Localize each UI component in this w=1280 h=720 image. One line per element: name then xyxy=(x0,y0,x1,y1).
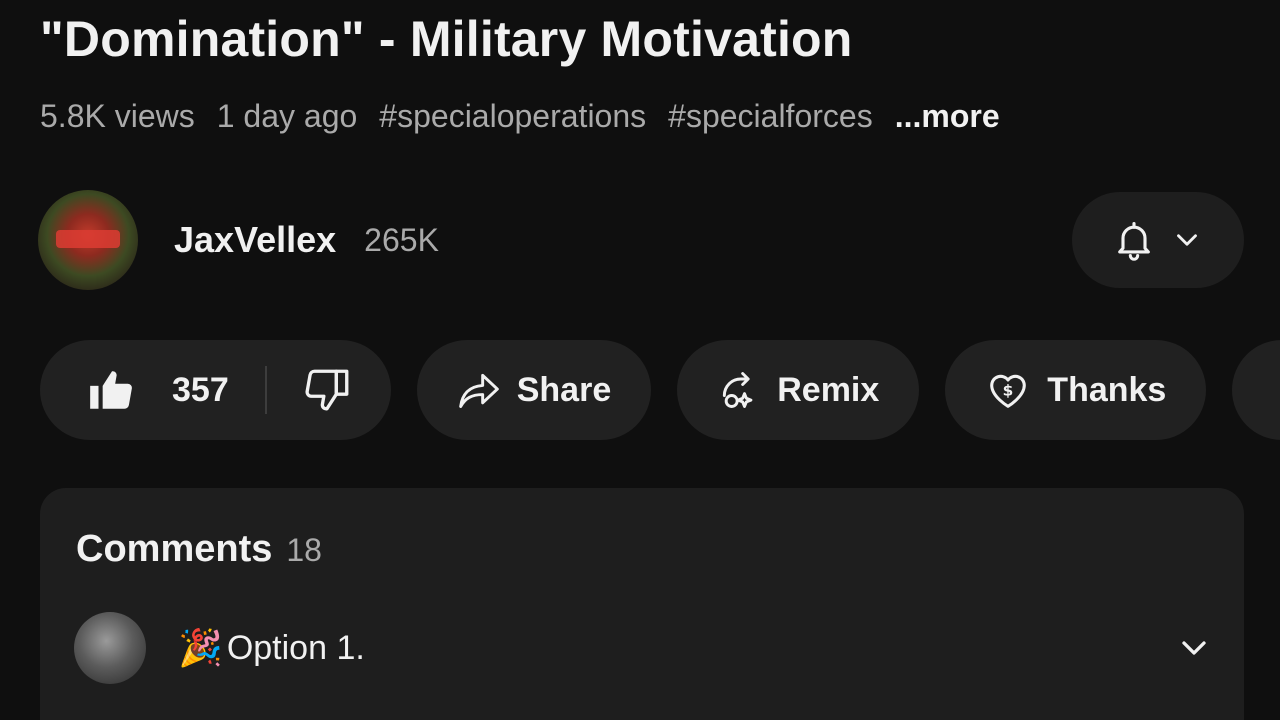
comments-title: Comments xyxy=(76,528,273,570)
comments-header: Comments 18 xyxy=(76,528,322,571)
channel-row: JaxVellex 265K xyxy=(38,190,1244,290)
thanks-button[interactable]: $ Thanks xyxy=(945,340,1207,440)
remix-label: Remix xyxy=(777,370,880,409)
subscriber-count: 265K xyxy=(364,221,439,258)
share-button[interactable]: Share xyxy=(416,340,652,440)
comment-preview[interactable]: 🎉 Option 1. xyxy=(74,610,1214,686)
comments-count: 18 xyxy=(286,532,322,568)
video-title[interactable]: "Domination" - Military Motivation xyxy=(40,10,853,68)
svg-text:$: $ xyxy=(1003,382,1014,400)
like-dislike-pill: 357 xyxy=(40,340,391,440)
commenter-avatar xyxy=(74,612,146,684)
channel-name[interactable]: JaxVellex xyxy=(174,219,336,261)
action-bar: 357 Share Remix $ Thanks xyxy=(40,340,1280,440)
more-actions-button[interactable] xyxy=(1232,340,1280,440)
comment-text: Option 1. xyxy=(226,628,365,667)
bell-icon xyxy=(1118,221,1150,261)
video-meta[interactable]: 5.8K views 1 day ago #specialoperations … xyxy=(40,98,1000,135)
remix-icon xyxy=(723,372,753,408)
chevron-down-icon xyxy=(1177,234,1197,246)
share-icon xyxy=(458,373,499,408)
upload-age: 1 day ago xyxy=(216,98,358,134)
thanks-heart-icon: $ xyxy=(990,374,1027,408)
video-details-page: "Domination" - Military Motivation 5.8K … xyxy=(0,0,1280,720)
thumbs-down-icon[interactable] xyxy=(303,365,353,415)
party-popper-emoji: 🎉 xyxy=(178,627,223,668)
share-label: Share xyxy=(516,370,612,409)
remix-button[interactable]: Remix xyxy=(677,340,920,440)
divider xyxy=(264,366,267,414)
notification-bell-button[interactable] xyxy=(1072,192,1244,288)
hashtag-link[interactable]: #specialforces xyxy=(668,98,873,135)
more-link[interactable]: ...more xyxy=(895,98,1000,135)
thumbs-up-icon[interactable] xyxy=(86,365,136,415)
hashtag-link[interactable]: #specialoperations xyxy=(379,98,646,135)
view-count: 5.8K views xyxy=(40,98,195,134)
channel-avatar[interactable] xyxy=(38,190,138,290)
comments-panel[interactable]: Comments 18 🎉 Option 1. xyxy=(40,488,1244,720)
like-count[interactable]: 357 xyxy=(172,371,229,410)
chevron-down-icon[interactable] xyxy=(1174,628,1214,668)
thanks-label: Thanks xyxy=(1047,370,1167,409)
